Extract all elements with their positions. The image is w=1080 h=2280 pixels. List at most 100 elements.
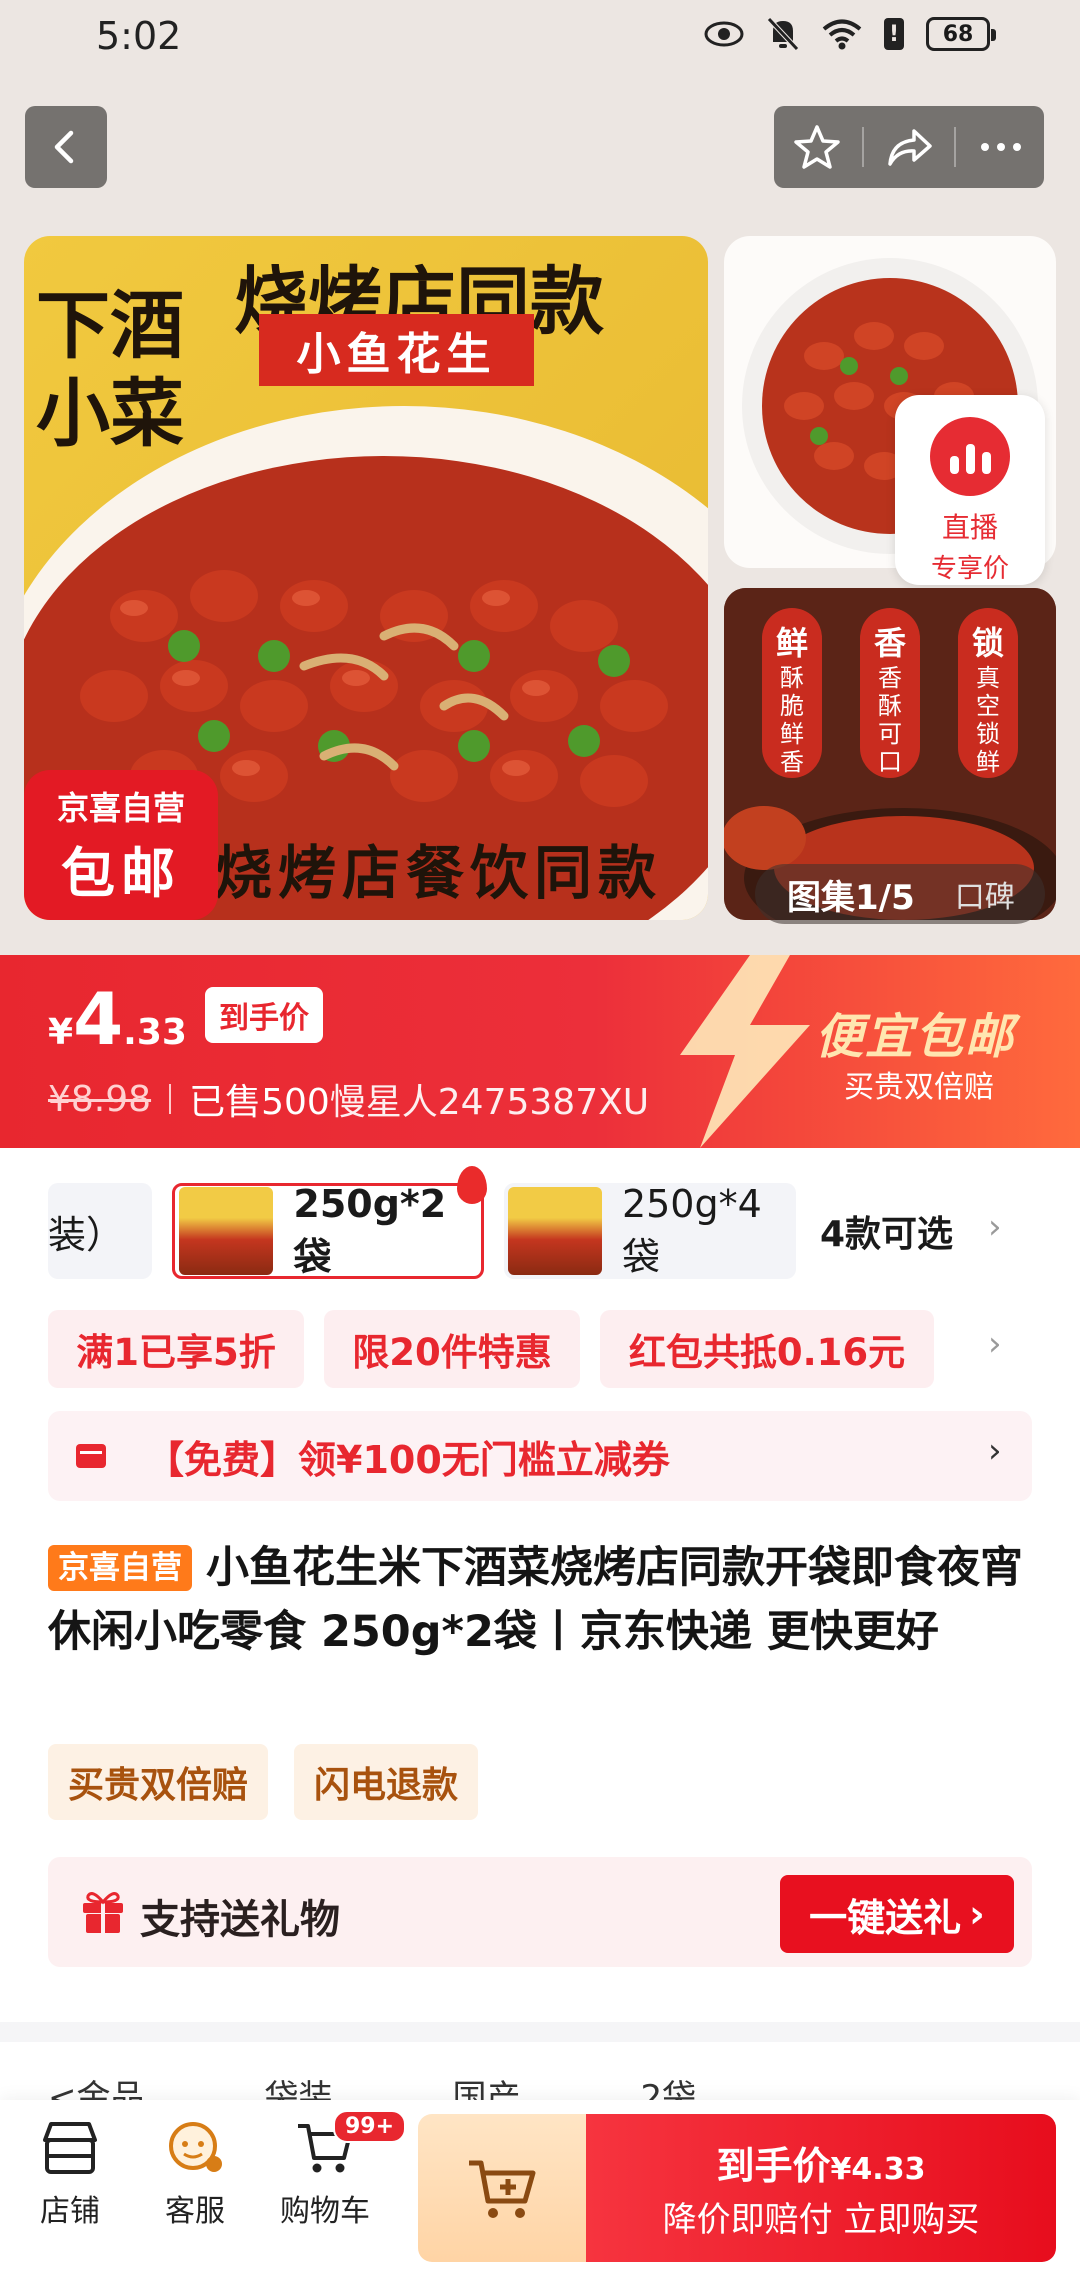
promo-tags: 满1已享5折 限20件特惠 红包共抵0.16元 › [48,1310,1048,1388]
send-gift-label: 一键送礼 [809,1895,962,1940]
image-banner: 小鱼花生 [259,314,534,386]
feature-text-1: 酥脆鲜香 [780,664,804,776]
live-label: 直播 [941,511,998,544]
shop-button[interactable]: 店铺 [10,2118,130,2230]
service-tags: 买贵双倍赔 闪电退款 [48,1744,479,1820]
buy-price: ¥4.33 [830,2152,926,2187]
live-price-badge[interactable]: 直播 专享价 [895,395,1045,585]
favorite-button[interactable] [777,106,857,188]
eye-icon [704,21,744,47]
price-row: ¥ 4 .33 到手价 [48,977,323,1061]
service-tag[interactable]: 买贵双倍赔 [48,1744,269,1820]
bottom-action-bar: 店铺 客服 购物车 99+ 到手价¥4.33 降价即赔付 立即购买 [0,2100,1080,2280]
section-divider [0,2022,1080,2042]
status-bar: 5:02 ! 68 [0,0,1080,80]
status-icons: ! 68 [704,16,996,52]
main-product-image[interactable]: 下酒 小菜 烧烤店同款 小鱼花生 烧烤店餐饮同款 京喜自营 包邮 [24,236,708,920]
spec-thumbnail [508,1187,602,1275]
add-to-cart-button[interactable] [418,2114,588,2262]
coupon-text: 【免费】领¥100无门槛立减券 [146,1437,670,1482]
gallery-pill[interactable]: 图集1/5 口碑 [755,864,1045,924]
battery-level: 68 [942,21,974,47]
sold-count: 已售500 [189,1082,330,1123]
gallery-counter: 图集1/5 [787,877,915,918]
buy-line-2: 降价即赔付 立即购买 [662,2200,980,2240]
image-slogan: 烧烤店餐饮同款 [214,839,663,907]
promo-tag[interactable]: 满1已享5折 [48,1310,304,1388]
price-separator [169,1084,172,1114]
header-actions [774,106,1044,188]
customer-service-icon [169,2122,222,2172]
gift-bar: 支持送礼物 一键送礼 › [48,1857,1032,1967]
side-text-2: 小菜 [36,371,184,457]
customer-service-button[interactable]: 客服 [135,2118,255,2230]
final-price-tag: 到手价 [204,987,323,1043]
buy-price-label: 到手价 [716,2144,831,2188]
watermark-text: 慢星人2475387XU [329,1082,650,1123]
shop-icon [43,2122,97,2174]
battery-icon: 68 [926,17,996,51]
coupon-bar[interactable]: 【免费】领¥100无门槛立减券 › [48,1411,1032,1501]
cart-button[interactable]: 购物车 99+ [265,2110,407,2230]
buy-now-button[interactable]: 到手价¥4.33 降价即赔付 立即购买 [586,2114,1056,2262]
mute-bell-icon [767,17,799,51]
chevron-right-icon[interactable]: › [988,1324,1002,1364]
wifi-icon [822,19,862,50]
cart-count-badge: 99+ [333,2110,407,2143]
promo-subtitle: 买贵双倍赔 [844,1070,994,1105]
spec-label: 250g*4袋 [621,1181,762,1279]
feature-text-2: 香酥可口 [878,664,902,776]
spec-label: 250g*2袋 [293,1181,447,1279]
add-cart-icon [469,2160,536,2218]
lightning-bolt-decoration [680,955,810,1148]
chevron-left-icon [54,130,74,164]
send-gift-button[interactable]: 一键送礼 › [780,1875,1014,1953]
promo-title: 便宜包邮 [815,1009,1016,1065]
share-icon [888,129,932,166]
star-icon [793,125,840,169]
feature-char-3: 锁 [972,624,1005,662]
more-button[interactable] [961,106,1041,188]
shop-label: 店铺 [40,2194,100,2229]
original-price: ¥8.98 [48,1078,152,1120]
price-decimal: .33 [123,1012,187,1053]
free-shipping-badge: 京喜自营 包邮 [24,770,218,920]
promo-tag[interactable]: 限20件特惠 [324,1310,580,1388]
more-icon [981,143,1022,151]
feature-text-3: 真空锁鲜 [976,664,1000,776]
spec-option-250g-4[interactable]: 250g*4袋 [504,1181,796,1279]
cart-label: 购物车 [280,2194,370,2229]
product-title-text: 小鱼花生米下酒菜烧烤店同款开袋即食夜宵休闲小吃零食 250g*2袋丨京东快递 更… [48,1543,1023,1657]
reviews-tab[interactable]: 口碑 [955,872,1015,916]
chevron-right-icon: › [988,1431,1002,1471]
badge-line-2: 包邮 [61,841,181,905]
live-sublabel: 专享价 [930,554,1009,584]
action-separator [861,127,864,167]
price-banner: ¥ 4 .33 到手价 ¥8.98 已售500 慢星人2475387XU 便宜包… [0,955,1080,1148]
action-separator [954,127,957,167]
spec-option-partial[interactable]: 装） [48,1183,152,1279]
service-tag[interactable]: 闪电退款 [294,1744,479,1820]
share-button[interactable] [869,106,949,188]
spec-label: 装） [48,1212,125,1257]
spec-thumbnail [179,1187,274,1275]
buy-line-1: 到手价¥4.33 [717,2135,926,2190]
badge-line-1: 京喜自营 [56,788,185,827]
feature-char-2: 香 [874,624,907,662]
feature-char-1: 鲜 [776,624,809,662]
price-integer: 4 [73,977,124,1061]
promo-tag[interactable]: 红包共抵0.16元 [600,1310,934,1388]
alert-icon: ! [884,18,904,50]
self-operated-badge: 京喜自营 [48,1545,192,1591]
spec-count[interactable]: 4款可选 [820,1205,953,1257]
chevron-right-icon[interactable]: › [988,1207,1002,1247]
chevron-right-icon: › [969,1892,985,1936]
gift-icon [83,1892,123,1933]
product-title: 京喜自营 小鱼花生米下酒菜烧烤店同款开袋即食夜宵休闲小吃零食 250g*2袋丨京东… [48,1536,1038,1664]
customer-service-label: 客服 [165,2194,225,2229]
coupon-icon [76,1444,106,1468]
spec-option-250g-2[interactable]: 250g*2袋 [172,1166,487,1279]
back-button[interactable] [25,106,107,188]
status-time: 5:02 [96,14,182,58]
spec-selector: 装） 250g*2袋 250g*4袋 4款可选 › [48,1166,1048,1279]
